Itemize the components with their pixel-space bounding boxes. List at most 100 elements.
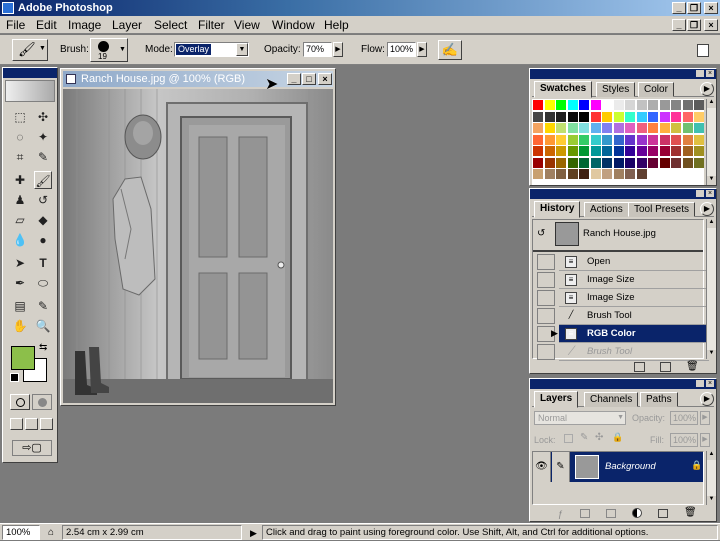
color-swatch[interactable] [602,157,612,168]
flow-slider-button[interactable]: ▶ [417,42,427,57]
color-swatch[interactable] [694,100,704,110]
layer-name[interactable]: Background [605,461,656,472]
snapshot-thumbnail[interactable] [555,222,579,246]
color-swatch[interactable] [613,123,624,133]
layer-fill-input[interactable]: 100% [670,433,698,447]
trash-icon[interactable]: 🗑 [686,361,699,372]
color-swatch[interactable] [636,100,647,110]
color-swatch[interactable] [556,146,566,156]
color-swatch[interactable] [567,169,578,179]
color-swatch[interactable] [579,157,589,168]
clone-stamp-tool-icon[interactable]: ♟ [11,191,29,209]
color-swatch[interactable] [659,146,670,156]
color-swatch[interactable] [682,100,693,110]
blend-mode-select[interactable]: Normal ▼ [534,411,626,425]
history-brush-source-box[interactable] [537,254,555,270]
color-swatch[interactable] [694,123,704,133]
color-swatch[interactable] [659,157,670,168]
mode-select[interactable]: Overlay ▼ [174,42,249,57]
notes-tool-icon[interactable]: ▤ [11,297,29,315]
lasso-tool-icon[interactable]: ◌ [11,128,29,146]
color-swatch[interactable] [659,111,670,122]
doc-close-button[interactable]: × [704,19,718,31]
menu-edit[interactable]: Edit [36,17,57,33]
color-swatch[interactable] [636,123,647,133]
brush-preset-picker[interactable]: 19 ▼ [90,38,128,62]
move-tool-icon[interactable]: ✣ [34,108,52,126]
blur-tool-icon[interactable]: 💧 [11,231,29,249]
panel-minimize-button[interactable] [696,380,704,387]
paintbrush-link-icon[interactable]: ✎ [552,452,570,482]
color-swatch[interactable] [533,100,543,110]
zoom-level-field[interactable]: 100% [2,525,40,540]
color-swatch[interactable] [590,169,601,179]
close-button[interactable]: × [704,2,718,14]
panel-menu-button[interactable]: ▶ [700,202,714,216]
standard-mode-button[interactable] [10,394,30,410]
color-swatch[interactable] [694,146,704,156]
color-swatch[interactable] [533,169,543,179]
hand-tool-icon[interactable]: ✋ [11,317,29,335]
color-swatch[interactable] [671,123,681,133]
color-swatch[interactable] [602,100,612,110]
tab-history[interactable]: History [534,201,581,218]
swap-colors-icon[interactable]: ⇆ [39,342,47,353]
eraser-tool-icon[interactable]: ▱ [11,211,29,229]
history-item[interactable]: ≡ Image Size [559,271,709,289]
color-swatch[interactable] [533,157,543,168]
panel-close-button[interactable]: × [706,190,714,197]
color-swatch[interactable] [590,157,601,168]
airbrush-button[interactable]: ✍ [438,40,462,60]
brush-tool-icon[interactable]: 🖌 [34,171,52,189]
color-swatch[interactable] [590,146,601,156]
color-swatch[interactable] [544,146,555,156]
color-swatch[interactable] [636,111,647,122]
panel-close-button[interactable]: × [706,70,714,77]
color-swatch[interactable] [636,169,647,179]
menu-filter[interactable]: Filter [198,17,225,33]
color-swatch[interactable] [671,111,681,122]
color-swatch[interactable] [544,169,555,179]
color-swatch[interactable] [590,134,601,145]
lock-image-icon[interactable]: ✎ [580,432,588,443]
color-swatch[interactable] [625,169,635,179]
menu-view[interactable]: View [234,17,260,33]
tab-layers[interactable]: Layers [534,391,579,408]
lock-all-icon[interactable]: 🔒 [612,432,623,443]
color-swatch[interactable] [613,146,624,156]
history-brush-source-box[interactable] [537,308,555,324]
quick-mask-mode-button[interactable] [32,394,52,410]
lock-position-icon[interactable]: ✣ [595,432,603,443]
color-swatch[interactable] [556,123,566,133]
tab-color[interactable]: Color [638,82,674,97]
doc-minimize-button[interactable]: _ [672,19,686,31]
panel-minimize-button[interactable] [696,190,704,197]
layer-fill-slider-button[interactable]: ▶ [700,433,710,447]
snapshot-label[interactable]: Ranch House.jpg [583,228,656,239]
history-item[interactable]: ≡ Open [559,253,709,271]
color-swatch[interactable] [602,146,612,156]
history-item-selected[interactable]: ≡ RGB Color [559,325,709,343]
color-swatch[interactable] [567,146,578,156]
type-tool-icon[interactable]: T [34,254,52,272]
color-swatch[interactable] [671,157,681,168]
color-swatch[interactable] [533,123,543,133]
layer-mask-icon[interactable] [580,509,590,518]
color-swatch[interactable] [567,111,578,122]
color-swatch[interactable] [544,134,555,145]
pen-tool-icon[interactable]: ✒ [11,274,29,292]
color-swatch[interactable] [602,123,612,133]
image-canvas[interactable] [63,89,333,403]
adobe-online-icon[interactable] [5,80,55,102]
scroll-up-icon[interactable]: ▲ [707,451,716,460]
panel-menu-button[interactable]: ▶ [700,82,714,96]
color-swatch[interactable] [625,134,635,145]
menu-image[interactable]: Image [68,17,101,33]
color-swatch[interactable] [682,123,693,133]
jump-to-imageready-icon[interactable]: ⇨▢ [12,440,52,456]
scroll-up-icon[interactable]: ▲ [707,99,716,108]
menu-help[interactable]: Help [324,17,349,33]
color-swatch[interactable] [648,134,658,145]
color-swatch[interactable] [648,100,658,110]
color-swatch[interactable] [671,100,681,110]
